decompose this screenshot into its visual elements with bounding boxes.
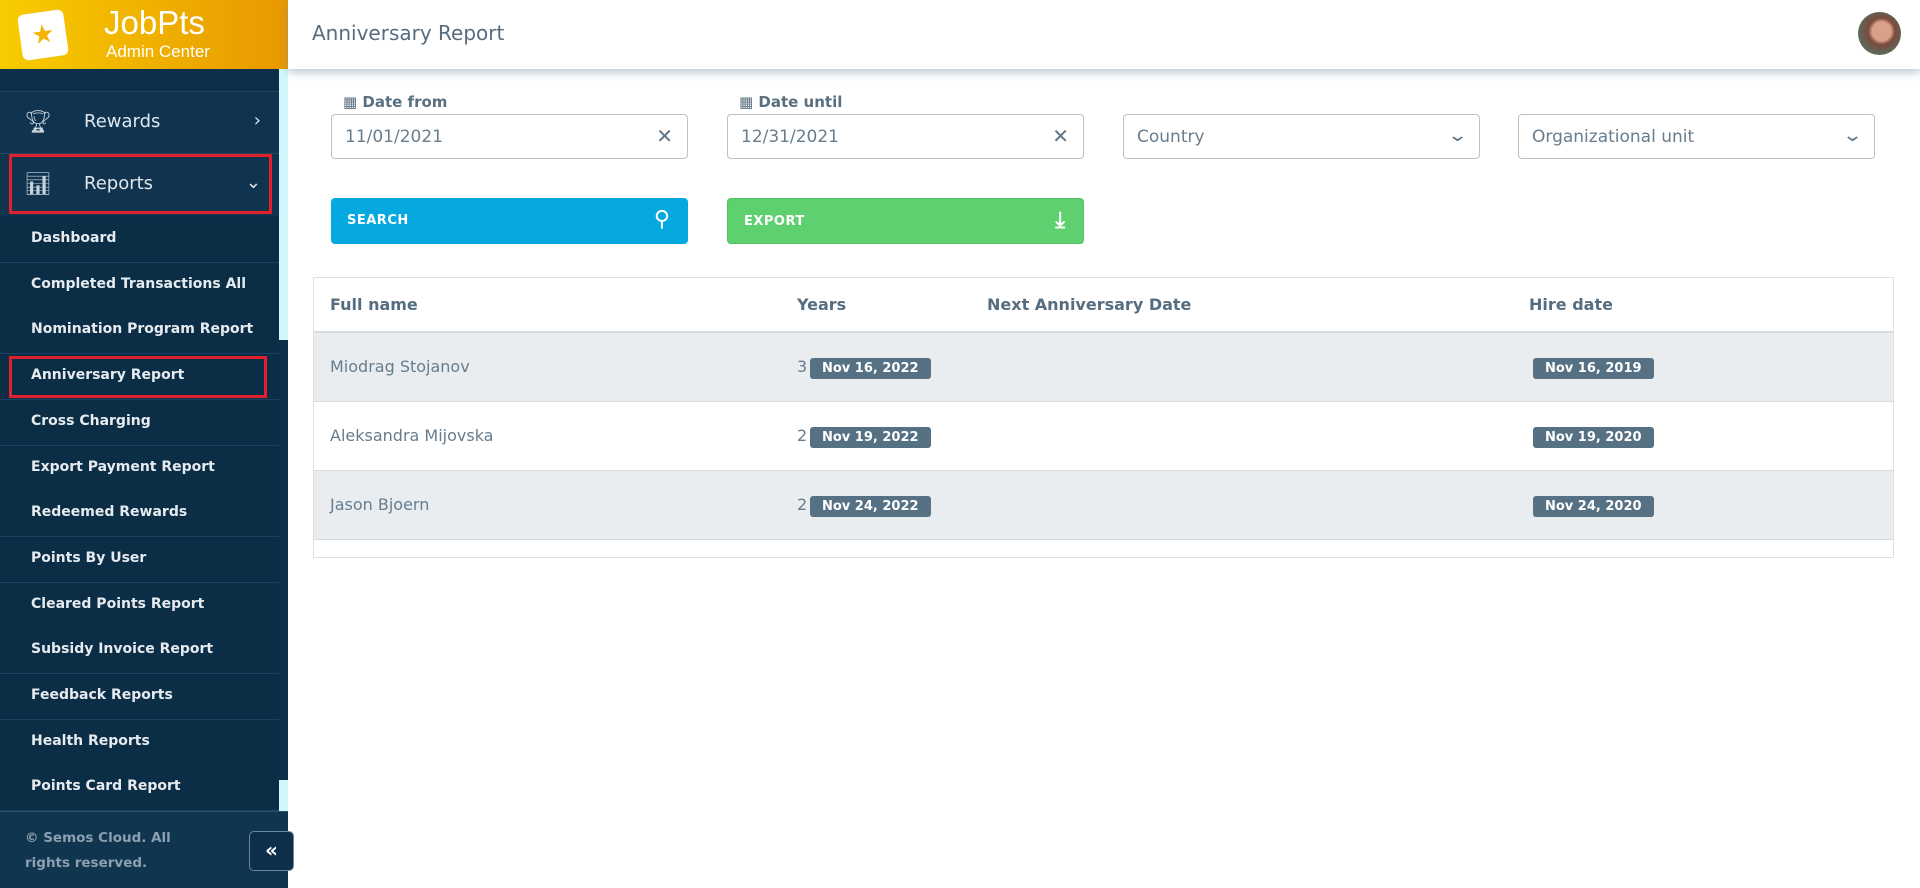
sidebar-subitem-label: Completed Transactions All [31,275,247,292]
table-header: Full name Years Next Anniversary Date Hi… [314,278,1893,333]
hire-date-badge: Nov 16, 2019 [1533,358,1654,379]
next-anniversary-badge: Nov 16, 2022 [810,358,931,379]
sidebar-subitem-label: Points By User [31,549,147,566]
export-button[interactable]: EXPORT ⤓ [727,198,1084,244]
next-anniversary-badge: Nov 19, 2022 [810,427,931,448]
label-text: Date from [362,93,448,111]
date-until-label: ▦ Date until [729,93,855,111]
search-icon: ⚲ [653,207,670,232]
label-text: Date until [758,93,843,111]
search-label: SEARCH [347,213,409,228]
sidebar-subitem[interactable]: Completed Transactions All [0,262,279,309]
years: 2 [797,426,808,445]
org-unit-placeholder: Organizational unit [1532,127,1695,147]
sidebar-item-rewards[interactable]: 🏆︎ Rewards › [0,91,279,153]
sidebar-subitem-label: Redeemed Rewards [31,504,188,521]
date-from-field[interactable]: 11/01/2021 ✕ [331,114,688,159]
chevron-down-icon: ⌄ [1841,125,1864,146]
brand-subtitle: Admin Center [106,42,210,61]
sidebar-subitem-label: Cleared Points Report [31,595,205,612]
hire-date-badge: Nov 24, 2020 [1533,496,1654,517]
date-until-field[interactable]: 12/31/2021 ✕ [727,114,1084,159]
table-row[interactable]: Aleksandra Mijovska 2 Nov 19, 2022 Nov 19, … [314,402,1893,471]
org-unit-select[interactable]: Organizational unit ⌄ [1518,114,1875,159]
sidebar: 🏆︎ Rewards › 📊︎ Reports ⌄ Dashboard Compl… [0,69,294,888]
country-select[interactable]: Country ⌄ [1123,114,1480,159]
chevron-right-icon: › [253,110,261,131]
sidebar-subitem-label: Nomination Program Report [31,321,254,338]
sidebar-subitem-label: Feedback Reports [31,687,173,703]
full-name: Aleksandra Mijovska [330,426,494,445]
column-header[interactable]: Next Anniversary Date [987,295,1191,314]
sidebar-subitem[interactable]: Health Reports [0,719,279,766]
collapse-sidebar-button[interactable]: « [249,831,294,871]
clear-icon[interactable]: ✕ [1052,124,1069,148]
date-from-label: ▦ Date from [333,93,460,111]
calendar-icon: ▦ [739,93,759,111]
sidebar-scroll-thumb[interactable] [279,340,288,780]
copyright: © Semos Cloud. All rights reserved. [25,830,171,871]
sidebar-subitem-label: Cross Charging [31,412,151,429]
export-label: EXPORT [744,214,805,229]
sidebar-subitem[interactable]: Nomination Program Report [0,308,279,355]
sidebar-subitem[interactable]: Feedback Reports [0,674,279,720]
sidebar-subitem[interactable]: Points Card Report [0,765,279,812]
table-row[interactable]: Jason Bjoern 2 Nov 24, 2022 Nov 24, 2020 [314,471,1893,540]
sidebar-subitem-label: Dashboard [31,230,117,246]
full-name: Miodrag Stojanov [330,357,470,376]
sidebar-subitem[interactable]: Cross Charging [0,399,279,446]
chevron-down-icon: ⌄ [1446,125,1469,146]
brand-logo[interactable]: ★ JobPts Admin Center [0,0,288,69]
page-title: Anniversary Report [312,21,505,45]
sidebar-footer: © Semos Cloud. All rights reserved. « [0,811,294,888]
highlight-box [9,356,267,398]
years: 2 [797,495,808,514]
download-icon: ⤓ [1055,208,1065,233]
column-header[interactable]: Years [797,295,846,314]
trophy-icon: 🏆︎ [24,110,52,135]
column-header[interactable]: Hire date [1529,295,1613,314]
sidebar-subitem[interactable]: Points By User [0,536,279,583]
star-wallet-icon: ★ [17,9,69,61]
date-until-value[interactable]: 12/31/2021 [741,127,839,147]
sidebar-subitem[interactable]: Cleared Points Report [0,582,279,629]
years: 3 [797,357,808,376]
sidebar-subitem[interactable]: Redeemed Rewards [0,491,279,538]
brand-title: JobPts [104,4,205,41]
country-placeholder: Country [1137,127,1205,147]
sidebar-subitem-label: Export Payment Report [31,458,215,475]
sidebar-subitem[interactable]: Subsidy Invoice Report [0,628,279,675]
top-header: Anniversary Report [288,0,1920,69]
hire-date-badge: Nov 19, 2020 [1533,427,1654,448]
date-from-value[interactable]: 11/01/2021 [345,127,443,147]
sidebar-subitem[interactable]: Dashboard [0,217,279,263]
sidebar-item-label: Rewards [84,111,161,132]
sidebar-subitem-label: Subsidy Invoice Report [31,641,214,658]
calendar-icon: ▦ [343,93,363,111]
next-anniversary-badge: Nov 24, 2022 [810,496,931,517]
sidebar-subitem-label: Points Card Report [31,778,181,795]
column-header[interactable]: Full name [330,295,418,314]
sidebar-subitem[interactable]: Export Payment Report [0,445,279,492]
clear-icon[interactable]: ✕ [656,124,673,148]
avatar[interactable] [1858,12,1901,55]
anniversary-table: Full name Years Next Anniversary Date Hi… [313,277,1894,558]
full-name: Jason Bjoern [330,495,430,514]
sidebar-subitem-label: Health Reports [31,732,150,749]
table-row[interactable]: Miodrag Stojanov 3 Nov 16, 2022 Nov 16, 201… [314,333,1893,402]
highlight-box [9,154,272,214]
search-button[interactable]: SEARCH ⚲ [331,198,688,244]
